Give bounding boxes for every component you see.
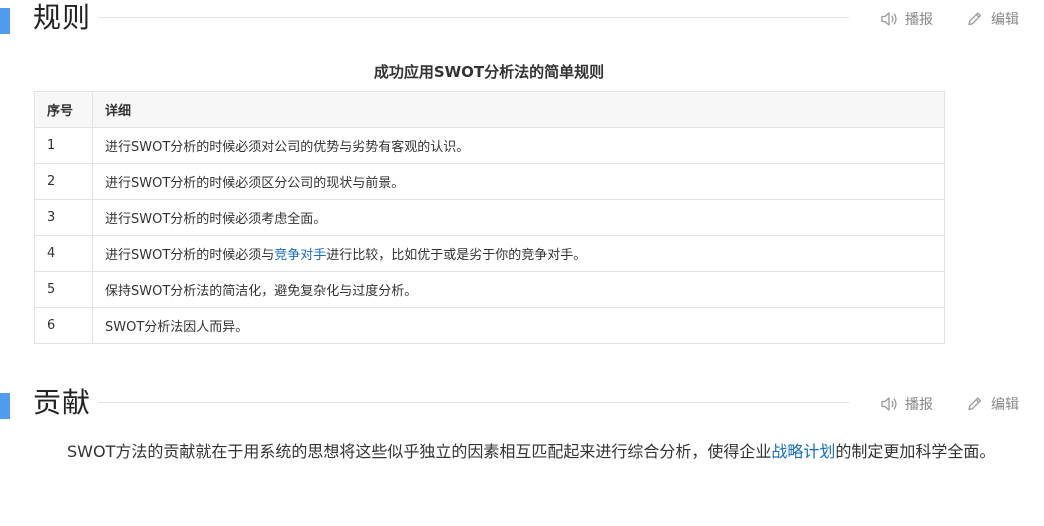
row-detail: 进行SWOT分析的时候必须考虑全面。: [92, 199, 945, 236]
section-title: 贡献: [33, 386, 92, 419]
edit-label: 编辑: [991, 12, 1019, 28]
play-label: 播报: [905, 12, 933, 28]
play-label: 播报: [905, 397, 933, 413]
edit-label: 编辑: [991, 397, 1019, 413]
contribution-paragraph: SWOT方法的贡献就在于用系统的思想将这些似乎独立的因素相互匹配起来进行综合分析…: [33, 438, 1023, 466]
row-detail: 进行SWOT分析的时候必须对公司的优势与劣势有客观的认识。: [92, 127, 945, 164]
table-row: 2 进行SWOT分析的时候必须区分公司的现状与前景。: [34, 163, 945, 200]
header-number: 序号: [34, 91, 93, 128]
section-accent-bar: [0, 8, 10, 34]
speaker-icon: [881, 397, 897, 411]
header-detail: 详细: [92, 91, 945, 128]
section-title: 规则: [33, 1, 92, 34]
row-detail: 进行SWOT分析的时候必须区分公司的现状与前景。: [92, 163, 945, 200]
paragraph-text-after: 的制定更加科学全面。: [835, 442, 996, 461]
edit-button[interactable]: 编辑: [966, 9, 1019, 29]
table-row: 6 SWOT分析法因人而异。: [34, 307, 945, 344]
table-row: 1 进行SWOT分析的时候必须对公司的优势与劣势有客观的认识。: [34, 127, 945, 164]
row-number: 4: [34, 235, 93, 272]
strategic-plan-link[interactable]: 战略计划: [771, 442, 835, 461]
competitor-link[interactable]: 竞争对手: [274, 248, 326, 263]
rules-table: 序号 详细 1 进行SWOT分析的时候必须对公司的优势与劣势有客观的认识。 2 …: [34, 91, 945, 344]
section-divider: [98, 17, 849, 18]
rules-section-header: 规则 播报 编辑: [0, 0, 1044, 40]
speaker-icon: [881, 12, 897, 26]
row-detail: 进行SWOT分析的时候必须与竞争对手进行比较，比如优于或是劣于你的竞争对手。: [92, 235, 945, 272]
contribution-section-header: 贡献 播报 编辑: [0, 385, 1044, 425]
section-accent-bar: [0, 393, 10, 419]
row-number: 2: [34, 163, 93, 200]
row-text-before: 进行SWOT分析的时候必须与: [105, 248, 275, 263]
play-button[interactable]: 播报: [880, 394, 933, 414]
row-text-after: 进行比较，比如优于或是劣于你的竞争对手。: [326, 248, 587, 263]
row-number: 1: [34, 127, 93, 164]
row-number: 5: [34, 271, 93, 308]
table-row: 3 进行SWOT分析的时候必须考虑全面。: [34, 199, 945, 236]
row-detail: 保持SWOT分析法的简洁化，避免复杂化与过度分析。: [92, 271, 945, 308]
table-row: 4 进行SWOT分析的时候必须与竞争对手进行比较，比如优于或是劣于你的竞争对手。: [34, 235, 945, 272]
pencil-icon: [968, 397, 982, 411]
table-header-row: 序号 详细: [34, 91, 945, 128]
edit-button[interactable]: 编辑: [966, 394, 1019, 414]
row-number: 6: [34, 307, 93, 344]
paragraph-text-before: SWOT方法的贡献就在于用系统的思想将这些似乎独立的因素相互匹配起来进行综合分析…: [67, 442, 772, 461]
section-divider: [98, 402, 849, 403]
table-caption: 成功应用SWOT分析法的简单规则: [373, 63, 605, 81]
row-number: 3: [34, 199, 93, 236]
table-row: 5 保持SWOT分析法的简洁化，避免复杂化与过度分析。: [34, 271, 945, 308]
pencil-icon: [968, 12, 982, 26]
row-detail: SWOT分析法因人而异。: [92, 307, 945, 344]
play-button[interactable]: 播报: [880, 9, 933, 29]
